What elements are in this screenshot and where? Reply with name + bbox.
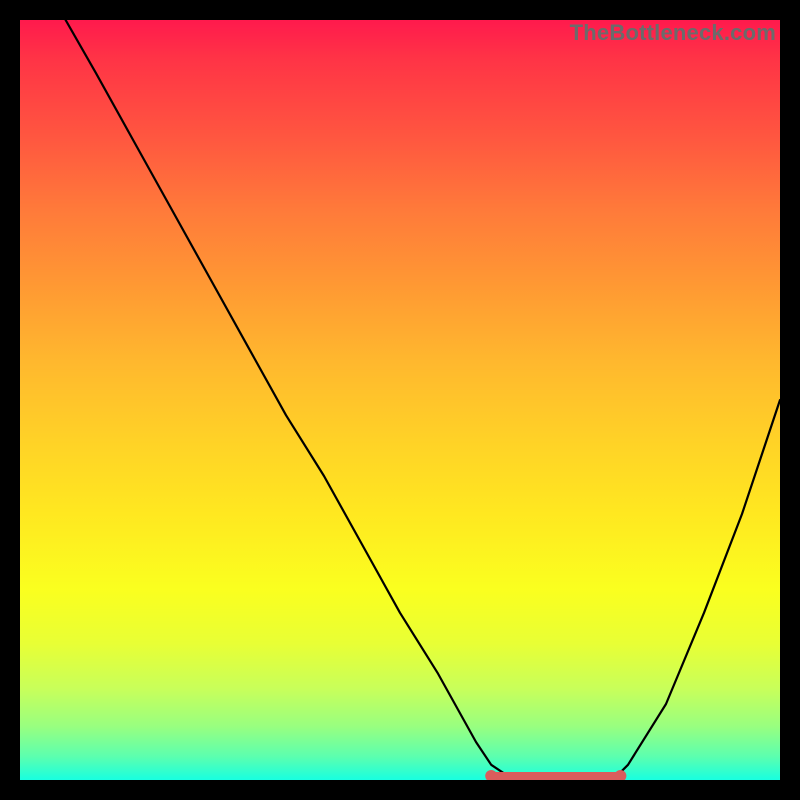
chart-frame: TheBottleneck.com [0,0,800,800]
bottleneck-curve-path [66,20,780,780]
flat-region-end-dot [614,770,626,780]
chart-svg [20,20,780,780]
plot-area: TheBottleneck.com [20,20,780,780]
flat-region-start-dot [485,770,497,780]
